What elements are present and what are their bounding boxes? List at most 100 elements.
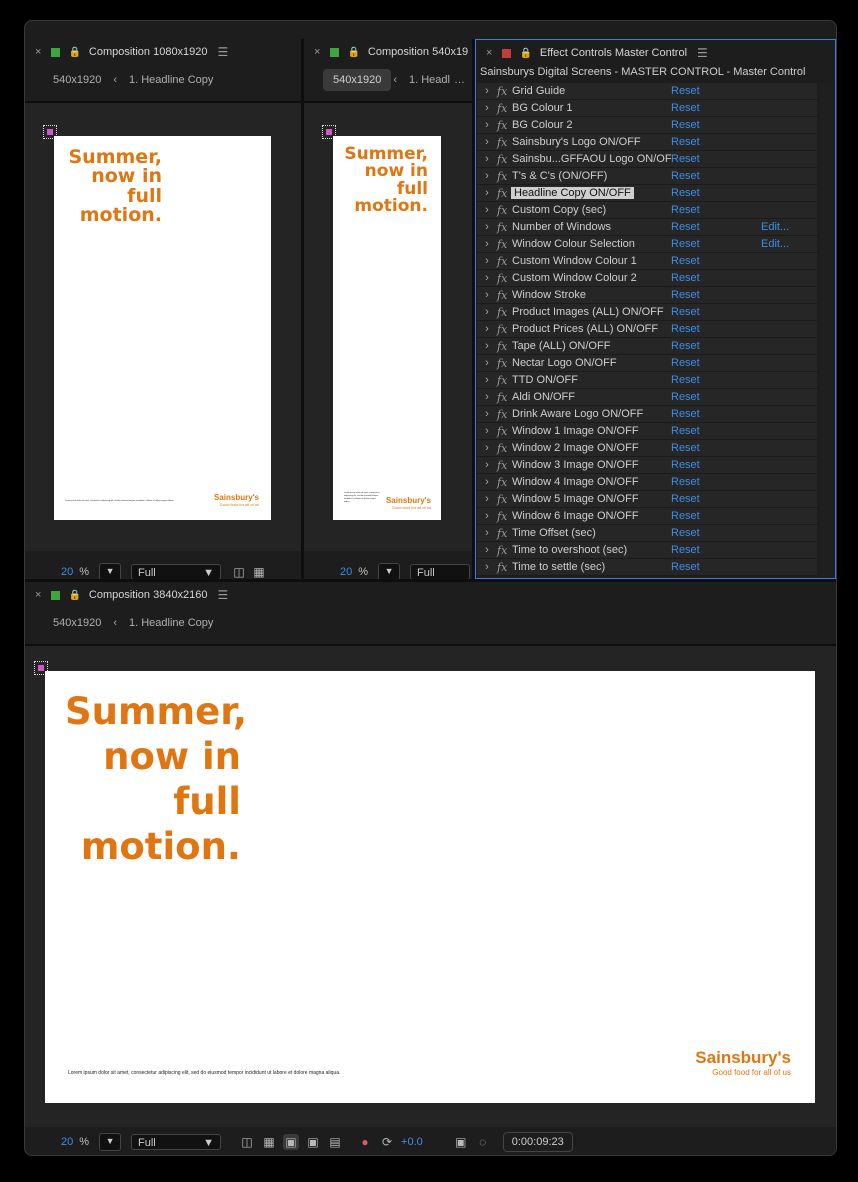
chevron-left-icon[interactable]: ‹ <box>111 617 119 629</box>
disclosure-chevron-icon[interactable]: › <box>477 170 497 182</box>
effect-row[interactable]: › fx Aldi ON/OFF Reset <box>477 389 817 406</box>
magnification-dropdown[interactable]: ▼ <box>99 1133 122 1151</box>
fx-toggle-icon[interactable]: fx <box>497 306 511 319</box>
effect-row[interactable]: › fx Tape (ALL) ON/OFF Reset <box>477 338 817 355</box>
reset-link[interactable]: Reset <box>671 85 700 97</box>
fx-toggle-icon[interactable]: fx <box>497 85 511 98</box>
effect-row[interactable]: › fx Window 5 Image ON/OFF Reset <box>477 491 817 508</box>
resolution-dropdown[interactable]: Full ▼ <box>131 564 222 579</box>
reset-link[interactable]: Reset <box>671 119 700 131</box>
disclosure-chevron-icon[interactable]: › <box>477 153 497 165</box>
transparency-grid-icon[interactable]: ▦ <box>261 1134 277 1150</box>
reset-link[interactable]: Reset <box>671 306 700 318</box>
disclosure-chevron-icon[interactable]: › <box>477 340 497 352</box>
reset-link[interactable]: Reset <box>671 510 700 522</box>
fx-toggle-icon[interactable]: fx <box>497 391 511 404</box>
hamburger-menu-icon[interactable]: ☰ <box>697 46 708 60</box>
fast-previews-icon[interactable]: ◫ <box>239 1134 255 1150</box>
crumb-composition[interactable]: 540x1920 <box>323 69 392 91</box>
disclosure-chevron-icon[interactable]: › <box>477 459 497 471</box>
title-action-safe-icon[interactable]: ▣ <box>305 1134 321 1150</box>
close-icon[interactable]: × <box>486 47 492 59</box>
disclosure-chevron-icon[interactable]: › <box>477 136 497 148</box>
crumb-layer[interactable]: 1. Headline Copy <box>119 612 223 634</box>
effect-row[interactable]: › fx Window Stroke Reset <box>477 287 817 304</box>
disclosure-chevron-icon[interactable]: › <box>477 425 497 437</box>
disclosure-chevron-icon[interactable]: › <box>477 272 497 284</box>
composition-viewer[interactable]: Summer, now in full motion. Lorem ipsum … <box>304 103 472 551</box>
magnification-dropdown[interactable]: ▼ <box>99 563 122 579</box>
fx-toggle-icon[interactable]: fx <box>497 238 511 251</box>
label-color-swatch[interactable] <box>51 590 61 600</box>
reset-link[interactable]: Reset <box>671 272 700 284</box>
disclosure-chevron-icon[interactable]: › <box>477 391 497 403</box>
reset-link[interactable]: Reset <box>671 255 700 267</box>
reset-link[interactable]: Reset <box>671 527 700 539</box>
effect-row[interactable]: › fx Window Colour Selection Reset Edit... <box>477 236 817 253</box>
exposure-value[interactable]: +0.0 <box>401 1136 423 1148</box>
fast-previews-icon[interactable]: ◫ <box>231 564 247 579</box>
disclosure-chevron-icon[interactable]: › <box>477 357 497 369</box>
fx-toggle-icon[interactable]: fx <box>497 323 511 336</box>
disclosure-chevron-icon[interactable]: › <box>477 204 497 216</box>
fx-toggle-icon[interactable]: fx <box>497 374 511 387</box>
lock-icon[interactable]: 🔒 <box>519 48 531 59</box>
fx-toggle-icon[interactable]: fx <box>497 272 511 285</box>
effect-row[interactable]: › fx Window 2 Image ON/OFF Reset <box>477 440 817 457</box>
reset-link[interactable]: Reset <box>671 357 700 369</box>
disclosure-chevron-icon[interactable]: › <box>477 238 497 250</box>
fx-toggle-icon[interactable]: fx <box>497 357 511 370</box>
magnification-value[interactable]: 20 <box>61 566 73 578</box>
reset-link[interactable]: Reset <box>671 153 700 165</box>
panel-tab[interactable]: × 🔒 Composition 540x19 <box>304 39 472 65</box>
fx-toggle-icon[interactable]: fx <box>497 170 511 183</box>
effect-row[interactable]: › fx Custom Window Colour 1 Reset <box>477 253 817 270</box>
disclosure-chevron-icon[interactable]: › <box>477 323 497 335</box>
reset-link[interactable]: Reset <box>671 187 700 199</box>
effect-row[interactable]: › fx Time to overshoot (sec) Reset <box>477 542 817 559</box>
panel-tab[interactable]: × 🔒 Effect Controls Master Control ☰ <box>476 40 835 66</box>
reset-link[interactable]: Reset <box>671 204 700 216</box>
reset-link[interactable]: Reset <box>671 493 700 505</box>
disclosure-chevron-icon[interactable]: › <box>477 119 497 131</box>
fx-toggle-icon[interactable]: fx <box>497 204 511 217</box>
fx-toggle-icon[interactable]: fx <box>497 102 511 115</box>
disclosure-chevron-icon[interactable]: › <box>477 289 497 301</box>
fx-toggle-icon[interactable]: fx <box>497 561 511 574</box>
color-channels-icon[interactable]: ● <box>357 1134 373 1150</box>
disclosure-chevron-icon[interactable]: › <box>477 374 497 386</box>
effect-row[interactable]: › fx T's & C's (ON/OFF) Reset <box>477 168 817 185</box>
disclosure-chevron-icon[interactable]: › <box>477 187 497 199</box>
fx-toggle-icon[interactable]: fx <box>497 221 511 234</box>
panel-tab[interactable]: × 🔒 Composition 3840x2160 ☰ <box>25 582 836 608</box>
crumb-composition[interactable]: 540x1920 <box>43 69 111 91</box>
fx-toggle-icon[interactable]: fx <box>497 527 511 540</box>
effect-row[interactable]: › fx Headline Copy ON/OFF Reset <box>477 185 817 202</box>
hamburger-menu-icon[interactable]: ☰ <box>218 45 229 59</box>
reset-link[interactable]: Reset <box>671 136 700 148</box>
current-time-display[interactable]: 0:00:09:23 <box>502 1132 573 1152</box>
magnification-value[interactable]: 20 <box>61 1136 73 1148</box>
effect-row[interactable]: › fx Window 6 Image ON/OFF Reset <box>477 508 817 525</box>
chevron-left-icon[interactable]: ‹ <box>391 74 399 86</box>
reset-link[interactable]: Reset <box>671 221 700 233</box>
disclosure-chevron-icon[interactable]: › <box>477 408 497 420</box>
edit-link[interactable]: Edit... <box>761 238 789 250</box>
reset-link[interactable]: Reset <box>671 544 700 556</box>
crumb-composition[interactable]: 540x1920 <box>43 612 111 634</box>
panel-tab[interactable]: × 🔒 Composition 1080x1920 ☰ <box>25 39 301 65</box>
effect-row[interactable]: › fx Custom Copy (sec) Reset <box>477 202 817 219</box>
effects-scrollbar[interactable] <box>819 83 833 576</box>
transparency-grid-icon[interactable]: ▦ <box>251 564 267 579</box>
fx-toggle-icon[interactable]: fx <box>497 255 511 268</box>
lock-icon[interactable]: 🔒 <box>68 590 80 601</box>
fx-toggle-icon[interactable]: fx <box>497 493 511 506</box>
camera-snapshot-icon[interactable]: ▣ <box>453 1134 469 1150</box>
label-color-swatch[interactable] <box>502 48 512 58</box>
effect-row[interactable]: › fx Custom Window Colour 2 Reset <box>477 270 817 287</box>
fx-toggle-icon[interactable]: fx <box>497 289 511 302</box>
reset-link[interactable]: Reset <box>671 323 700 335</box>
show-snapshot-icon[interactable]: ◌ <box>475 1134 491 1150</box>
fx-toggle-icon[interactable]: fx <box>497 442 511 455</box>
close-icon[interactable]: × <box>314 46 320 58</box>
